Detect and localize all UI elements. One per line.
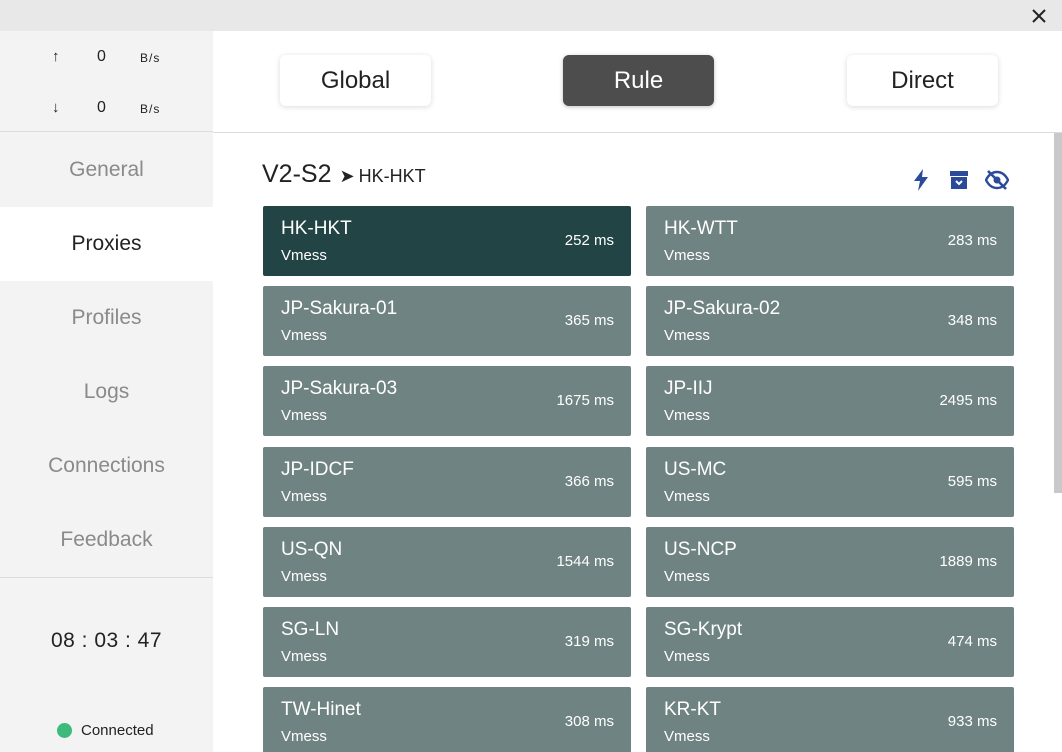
connection-status: Connected bbox=[57, 720, 154, 740]
proxy-name: JP-Sakura-03 bbox=[281, 378, 398, 400]
proxy-latency[interactable]: 283 ms bbox=[948, 232, 997, 249]
latency-test-button[interactable] bbox=[902, 168, 940, 192]
sidebar-item-proxies[interactable]: Proxies bbox=[0, 207, 213, 281]
proxies-content: V2-S2 ➤ HK-HKT HK-HKT Vmess 252 ms HK-WTT Vm… bbox=[213, 133, 1062, 752]
proxy-card[interactable]: JP-IIJ Vmess 2495 ms bbox=[646, 366, 1014, 437]
proxy-card[interactable]: KR-KT Vmess 933 ms bbox=[646, 687, 1014, 752]
proxy-name: SG-Krypt bbox=[664, 619, 743, 640]
proxy-latency[interactable]: 319 ms bbox=[565, 633, 614, 650]
title-bar bbox=[0, 0, 1062, 31]
group-name: V2-S2 bbox=[262, 160, 332, 188]
sidebar-item-feedback[interactable]: Feedback bbox=[0, 503, 213, 577]
proxy-type: Vmess bbox=[664, 247, 710, 264]
upload-value: 0 bbox=[97, 48, 106, 65]
proxy-latency[interactable]: 366 ms bbox=[565, 473, 614, 490]
proxy-latency[interactable]: 1675 ms bbox=[556, 392, 614, 409]
proxy-card[interactable]: HK-HKT Vmess 252 ms bbox=[263, 206, 631, 276]
proxy-name: JP-Sakura-01 bbox=[281, 298, 398, 320]
proxy-name: US-QN bbox=[281, 538, 343, 560]
download-arrow-icon: ↓ bbox=[52, 99, 60, 116]
proxy-type: Vmess bbox=[664, 728, 710, 746]
proxy-name: US-NCP bbox=[664, 538, 737, 560]
mode-bar: Global Rule Direct bbox=[213, 31, 1062, 133]
proxy-type: Vmess bbox=[281, 487, 327, 505]
archive-icon bbox=[950, 171, 968, 189]
proxy-card[interactable]: US-NCP Vmess 1889 ms bbox=[646, 526, 1014, 597]
upload-speed: ↑ 0 B/s bbox=[0, 46, 213, 70]
proxy-type: Vmess bbox=[664, 567, 710, 585]
sidebar-nav: General Proxies Profiles Logs Connection… bbox=[0, 133, 213, 577]
hide-unavailable-button[interactable] bbox=[978, 168, 1016, 192]
lightning-icon bbox=[914, 169, 928, 191]
proxy-latency[interactable]: 308 ms bbox=[565, 713, 614, 730]
proxy-latency[interactable]: 1544 ms bbox=[556, 553, 614, 570]
download-speed: ↓ 0 B/s bbox=[0, 97, 213, 121]
upload-arrow-icon: ↑ bbox=[52, 48, 60, 65]
group-selected-proxy: HK-HKT bbox=[358, 166, 426, 186]
proxy-name: JP-IDCF bbox=[281, 458, 354, 480]
scrollbar[interactable] bbox=[1054, 133, 1062, 493]
proxy-latency[interactable]: 348 ms bbox=[948, 312, 997, 329]
traffic-panel: ↑ 0 B/s ↓ 0 B/s bbox=[0, 31, 213, 132]
proxy-latency[interactable]: 1889 ms bbox=[939, 553, 997, 570]
upload-unit: B/s bbox=[140, 51, 161, 65]
download-unit: B/s bbox=[140, 102, 161, 116]
proxy-name: JP-IIJ bbox=[664, 378, 713, 400]
proxy-type: Vmess bbox=[281, 407, 327, 425]
proxy-card[interactable]: JP-Sakura-02 Vmess 348 ms bbox=[646, 286, 1014, 357]
proxy-latency[interactable]: 933 ms bbox=[948, 713, 997, 730]
proxy-card[interactable]: HK-WTT Vmess 283 ms bbox=[646, 206, 1014, 276]
close-icon bbox=[1032, 9, 1046, 23]
proxy-name: SG-LN bbox=[281, 619, 340, 640]
sidebar-item-profiles[interactable]: Profiles bbox=[0, 281, 213, 355]
proxy-name: HK-WTT bbox=[664, 218, 738, 239]
proxy-name: HK-HKT bbox=[281, 218, 352, 239]
eye-off-icon bbox=[985, 170, 1009, 190]
proxy-latency[interactable]: 474 ms bbox=[948, 633, 997, 650]
proxy-card[interactable]: JP-Sakura-03 Vmess 1675 ms bbox=[263, 366, 631, 437]
sidebar: ↑ 0 B/s ↓ 0 B/s General Proxies Profiles… bbox=[0, 31, 213, 752]
proxy-card[interactable]: US-MC Vmess 595 ms bbox=[646, 446, 1014, 517]
close-button[interactable] bbox=[1028, 5, 1050, 27]
proxy-card[interactable]: JP-Sakura-01 Vmess 365 ms bbox=[263, 286, 631, 357]
proxy-type: Vmess bbox=[664, 407, 710, 425]
status-dot-icon bbox=[57, 722, 72, 738]
proxy-card[interactable]: US-QN Vmess 1544 ms bbox=[263, 526, 631, 597]
proxy-name: JP-Sakura-02 bbox=[664, 298, 781, 320]
status-label: Connected bbox=[81, 721, 154, 739]
mode-rule-button[interactable]: Rule bbox=[563, 55, 714, 106]
proxy-type: Vmess bbox=[281, 327, 327, 345]
proxy-latency[interactable]: 365 ms bbox=[565, 312, 614, 329]
proxy-type: Vmess bbox=[281, 567, 327, 585]
sidebar-item-logs[interactable]: Logs bbox=[0, 355, 213, 429]
proxy-type: Vmess bbox=[281, 247, 327, 264]
proxy-type: Vmess bbox=[664, 648, 710, 665]
proxy-name: US-MC bbox=[664, 458, 727, 480]
group-header: V2-S2 ➤ HK-HKT bbox=[262, 160, 426, 192]
proxy-card[interactable]: SG-Krypt Vmess 474 ms bbox=[646, 607, 1014, 677]
proxy-type: Vmess bbox=[664, 327, 710, 345]
download-value: 0 bbox=[97, 99, 106, 116]
proxy-type: Vmess bbox=[281, 648, 327, 665]
proxy-latency[interactable]: 595 ms bbox=[948, 473, 997, 490]
proxy-latency[interactable]: 252 ms bbox=[565, 232, 614, 249]
proxy-name: TW-Hinet bbox=[281, 699, 361, 721]
sidebar-divider bbox=[0, 577, 213, 578]
group-actions bbox=[902, 168, 1016, 192]
mode-direct-button[interactable]: Direct bbox=[847, 55, 998, 106]
proxy-type: Vmess bbox=[664, 487, 710, 505]
proxy-type: Vmess bbox=[281, 728, 327, 746]
proxy-latency[interactable]: 2495 ms bbox=[939, 392, 997, 409]
sidebar-item-connections[interactable]: Connections bbox=[0, 429, 213, 503]
proxy-name: KR-KT bbox=[664, 699, 721, 721]
proxy-card[interactable]: JP-IDCF Vmess 366 ms bbox=[263, 446, 631, 517]
proxy-card[interactable]: SG-LN Vmess 319 ms bbox=[263, 607, 631, 677]
collapse-button[interactable] bbox=[940, 168, 978, 192]
mode-global-button[interactable]: Global bbox=[280, 55, 431, 106]
sidebar-item-general[interactable]: General bbox=[0, 133, 213, 207]
proxy-card[interactable]: TW-Hinet Vmess 308 ms bbox=[263, 687, 631, 752]
arrow-right-icon: ➤ bbox=[339, 166, 355, 186]
uptime-clock: 08 : 03 : 47 bbox=[50, 629, 163, 652]
